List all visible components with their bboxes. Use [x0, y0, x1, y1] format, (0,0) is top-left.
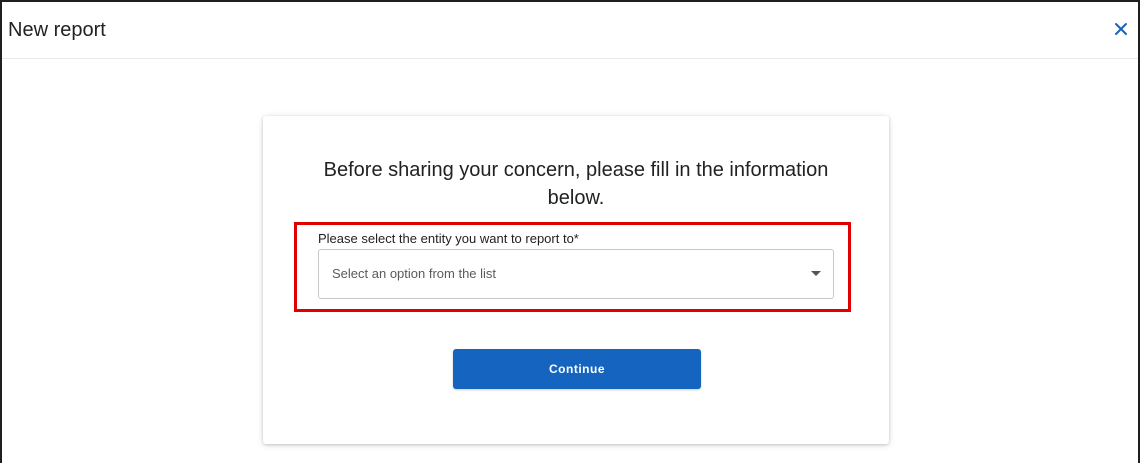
dialog-header: New report — [2, 2, 1138, 59]
close-button[interactable] — [1110, 18, 1132, 40]
entity-select[interactable]: Select an option from the list — [318, 249, 834, 299]
close-icon — [1115, 23, 1127, 35]
form-heading: Before sharing your concern, please fill… — [323, 159, 829, 209]
continue-button[interactable]: Continue — [453, 349, 701, 389]
dialog-title: New report — [8, 19, 106, 41]
entity-field-label: Please select the entity you want to rep… — [318, 231, 579, 246]
chevron-down-icon — [811, 271, 821, 276]
report-form-card: Before sharing your concern, please fill… — [263, 116, 889, 444]
new-report-dialog: New report Before sharing your concern, … — [0, 0, 1140, 463]
entity-select-placeholder: Select an option from the list — [332, 266, 497, 281]
